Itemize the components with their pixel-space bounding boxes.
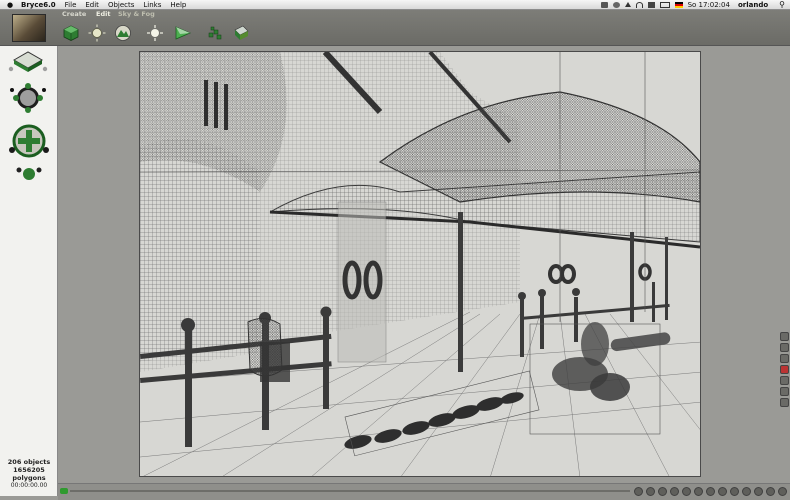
memory-dot-5-button[interactable]	[754, 487, 763, 496]
time-track[interactable]	[70, 490, 630, 492]
render-button[interactable]	[780, 332, 789, 341]
plop-render-button[interactable]	[780, 387, 789, 396]
preview-button[interactable]	[780, 398, 789, 407]
time-scrubber[interactable]	[60, 488, 68, 494]
rewind-button[interactable]	[646, 487, 655, 496]
object-count: 206 objects	[7, 458, 51, 466]
light-edit-icon[interactable]	[88, 24, 106, 42]
volume-icon[interactable]	[647, 1, 655, 8]
spotlight-search-icon[interactable]: ⚲	[779, 0, 785, 9]
wifi-icon[interactable]	[635, 1, 643, 8]
camera-trackball-icon[interactable]	[10, 83, 46, 113]
bryce-toolbar: Create Edit Sky & Fog	[0, 10, 790, 46]
cube-edit-icon[interactable]	[62, 24, 80, 42]
memory-dot-4-button[interactable]	[742, 487, 751, 496]
record-key-button[interactable]	[634, 487, 643, 496]
apple-menu-icon[interactable]: ●	[5, 1, 15, 9]
app-menu[interactable]: Bryce6.0	[21, 1, 56, 9]
menu-bar: ● Bryce6.0 File Edit Objects Links Help …	[0, 0, 790, 10]
tab-sky-fog[interactable]: Sky & Fog	[118, 10, 155, 18]
menu-objects[interactable]: Objects	[108, 1, 134, 9]
texture-icon[interactable]	[232, 24, 250, 42]
tab-create[interactable]: Create	[62, 10, 86, 18]
play-button[interactable]	[658, 487, 667, 496]
floor-tubes	[344, 392, 524, 449]
memory-dot-1-button[interactable]	[706, 487, 715, 496]
memory-dot-3-button[interactable]	[730, 487, 739, 496]
scene-statistics: 206 objects 1656205 polygons 00:00:00.00	[0, 456, 58, 496]
wireframe-viewport[interactable]	[139, 51, 701, 477]
remove-key-button[interactable]	[694, 487, 703, 496]
menu-edit[interactable]: Edit	[85, 1, 99, 9]
memory-dot-6-button[interactable]	[766, 487, 775, 496]
menu-help[interactable]: Help	[170, 1, 186, 9]
resume-render-button[interactable]	[780, 343, 789, 352]
terrain-edit-icon[interactable]	[114, 24, 132, 42]
vent-bars	[204, 80, 228, 130]
render-controls	[779, 330, 790, 500]
tab-edit[interactable]: Edit	[96, 10, 110, 18]
memory-dot-2-button[interactable]	[718, 487, 727, 496]
keyboard-layout-flag-icon[interactable]	[674, 1, 683, 8]
texture-mode-button[interactable]	[780, 354, 789, 363]
time-readout: 00:00:00.00	[10, 482, 48, 489]
randomize-icon[interactable]	[206, 24, 224, 42]
nano-preview-thumbnail[interactable]	[12, 14, 46, 42]
material-edit-icon[interactable]	[146, 24, 164, 42]
polygon-count: 1656205 polygons	[12, 466, 46, 482]
seat-sculpture	[552, 322, 630, 401]
memory-dot-7-button[interactable]	[778, 487, 787, 496]
battery-icon[interactable]	[659, 1, 670, 8]
menubar-user[interactable]: orlando	[738, 1, 768, 9]
add-key-button[interactable]	[682, 487, 691, 496]
repeat-icon[interactable]	[174, 24, 192, 42]
eject-icon[interactable]	[624, 2, 631, 7]
options-button[interactable]	[780, 376, 789, 385]
sync-status-icon[interactable]	[600, 1, 608, 8]
left-control-panel: 206 objects 1656205 polygons 00:00:00.00	[0, 46, 58, 496]
view-control-icon[interactable]	[8, 51, 48, 72]
next-key-button[interactable]	[670, 487, 679, 496]
view-mode-button[interactable]	[780, 365, 789, 374]
menu-links[interactable]: Links	[143, 1, 161, 9]
camera-controls	[8, 51, 49, 180]
wireframe-scene	[140, 52, 700, 476]
camera-pan-cross-icon[interactable]	[9, 124, 49, 180]
animation-timeline	[58, 483, 790, 500]
bluetooth-icon[interactable]	[612, 1, 620, 8]
menubar-clock[interactable]: So 17:02:04	[688, 1, 730, 9]
menu-file[interactable]: File	[65, 1, 77, 9]
